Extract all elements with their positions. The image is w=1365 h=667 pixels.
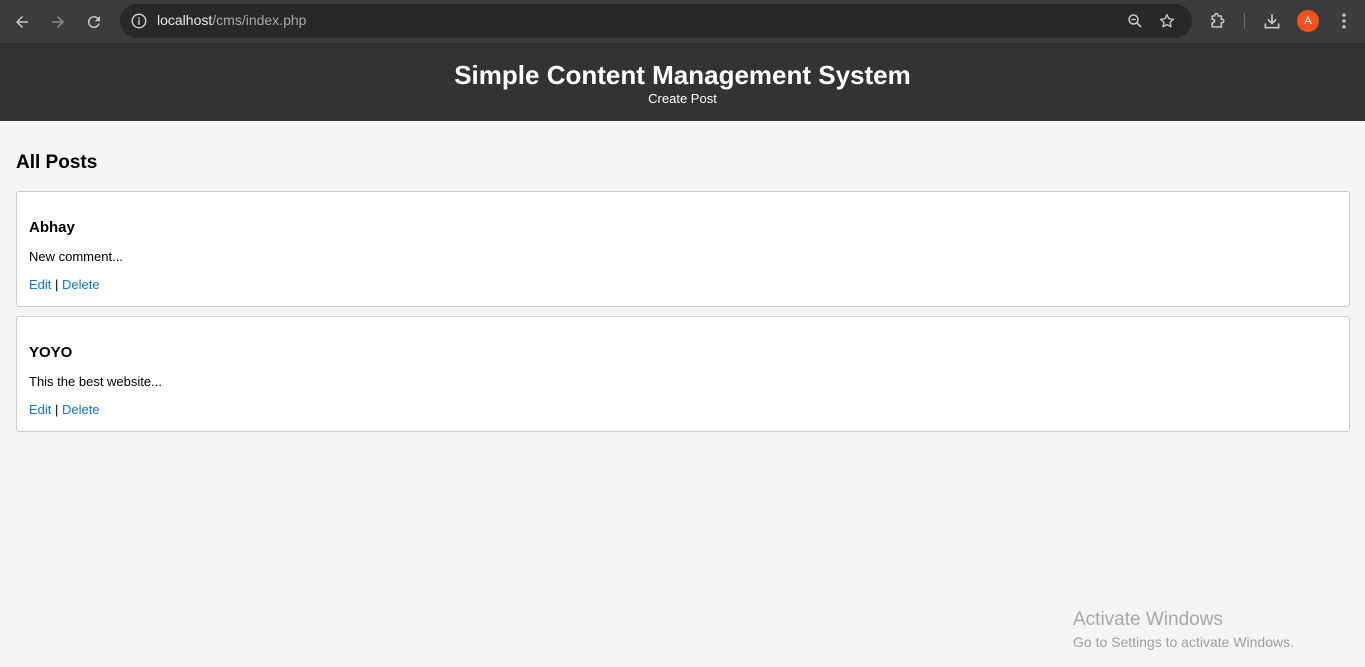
browser-toolbar: localhost/cms/index.php A <box>0 0 1365 44</box>
action-separator: | <box>55 277 59 292</box>
post-excerpt: This the best website... <box>29 374 162 389</box>
kebab-menu-icon[interactable] <box>1334 11 1354 31</box>
star-icon[interactable] <box>1158 12 1176 30</box>
post-actions: Edit | Delete <box>29 390 1337 431</box>
edit-link[interactable]: Edit <box>29 277 51 292</box>
delete-link[interactable]: Delete <box>62 402 100 417</box>
watermark-title: Activate Windows <box>1073 609 1223 630</box>
url-host: localhost <box>157 12 213 28</box>
forward-arrow-icon <box>52 16 64 28</box>
activation-watermark: Activate Windows Go to Settings to activ… <box>1073 609 1294 651</box>
post-excerpt: New comment... <box>29 249 123 264</box>
post-card: Abhay New comment... Edit | Delete <box>16 191 1350 307</box>
post-card: YOYO This the best website... Edit | Del… <box>16 316 1350 432</box>
toolbar-divider <box>1244 13 1245 29</box>
main-content: All Posts Abhay New comment... Edit | De… <box>16 121 1350 432</box>
reload-button[interactable] <box>80 8 108 36</box>
puzzle-icon[interactable] <box>1208 11 1228 31</box>
url-text[interactable]: localhost/cms/index.php <box>157 12 306 28</box>
download-icon[interactable] <box>1262 11 1282 31</box>
site-header: Simple Content Management System Create … <box>0 44 1365 121</box>
back-arrow-icon <box>16 16 28 28</box>
site-title: Simple Content Management System <box>454 60 911 90</box>
action-separator: | <box>55 402 59 417</box>
reload-icon <box>87 16 100 29</box>
url-path: /cms/index.php <box>212 12 307 28</box>
post-actions: Edit | Delete <box>29 265 1337 306</box>
post-title: YOYO <box>29 344 73 361</box>
back-button[interactable] <box>8 8 36 36</box>
profile-avatar[interactable]: A <box>1297 10 1319 32</box>
watermark-subtitle: Go to Settings to activate Windows. <box>1073 634 1294 650</box>
edit-link[interactable]: Edit <box>29 402 51 417</box>
post-title: Abhay <box>29 219 75 236</box>
section-title: All Posts <box>16 152 98 173</box>
forward-button[interactable] <box>44 8 72 36</box>
info-icon[interactable] <box>130 12 148 30</box>
address-bar[interactable]: localhost/cms/index.php <box>120 4 1192 38</box>
delete-link[interactable]: Delete <box>62 277 100 292</box>
create-post-link[interactable]: Create Post <box>648 91 717 107</box>
zoom-icon[interactable] <box>1126 12 1144 30</box>
